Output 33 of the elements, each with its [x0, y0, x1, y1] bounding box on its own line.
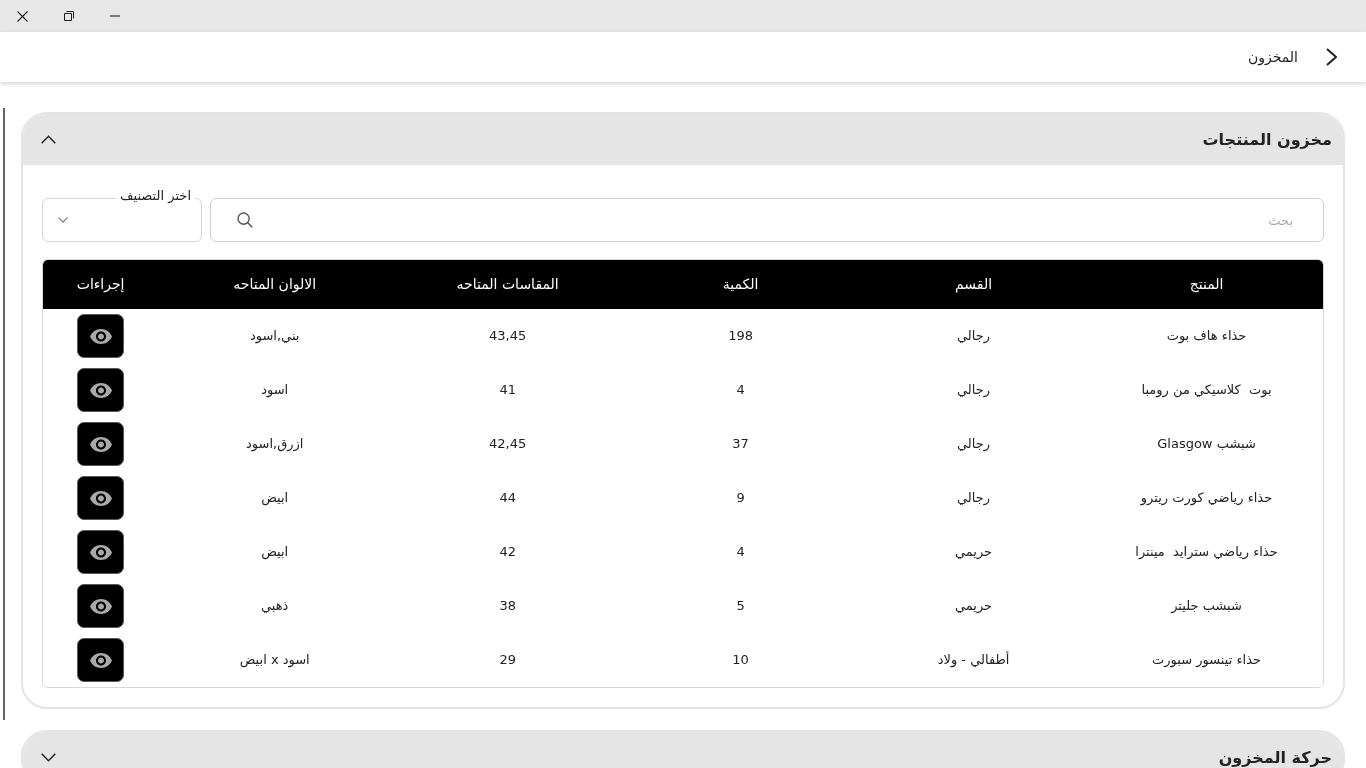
column-header: المنتج: [1090, 260, 1323, 309]
search-field[interactable]: بحث: [210, 198, 1324, 242]
eye-icon: [89, 436, 112, 452]
caret-down-icon: [58, 217, 68, 223]
view-button[interactable]: [77, 476, 125, 520]
eye-icon: [89, 382, 112, 398]
view-button[interactable]: [77, 314, 125, 358]
page-title: المخزون: [1247, 47, 1298, 68]
chevron-right-icon[interactable]: [1326, 48, 1337, 66]
view-button[interactable]: [77, 422, 125, 466]
view-button[interactable]: [77, 530, 125, 574]
view-button[interactable]: [77, 638, 125, 682]
column-header: الكمية: [624, 260, 858, 309]
close-icon[interactable]: [17, 10, 28, 22]
column-header: المقاسات المتاحه: [391, 260, 625, 309]
accordion-header[interactable]: مخزون المنتجات: [23, 114, 1343, 165]
eye-icon: [89, 328, 112, 344]
column-header: إجراءات: [43, 260, 159, 309]
field-label: اختر التصنيف: [116, 187, 195, 205]
view-button[interactable]: [77, 584, 125, 628]
eye-icon: [89, 652, 112, 668]
search-icon: [237, 212, 253, 228]
eye-icon: [89, 598, 112, 614]
chevron-up-icon[interactable]: [41, 135, 56, 144]
view-button[interactable]: [77, 368, 125, 412]
column-header: القسم: [857, 260, 1091, 309]
eye-icon: [89, 490, 112, 506]
column-header: الالوان المتاحه: [158, 260, 392, 309]
restore-icon[interactable]: [64, 11, 74, 21]
accordion-header[interactable]: حركة المخزون: [23, 732, 1343, 768]
chevron-down-icon[interactable]: [41, 753, 56, 762]
scrollbar[interactable]: [3, 108, 5, 720]
eye-icon: [89, 544, 112, 560]
